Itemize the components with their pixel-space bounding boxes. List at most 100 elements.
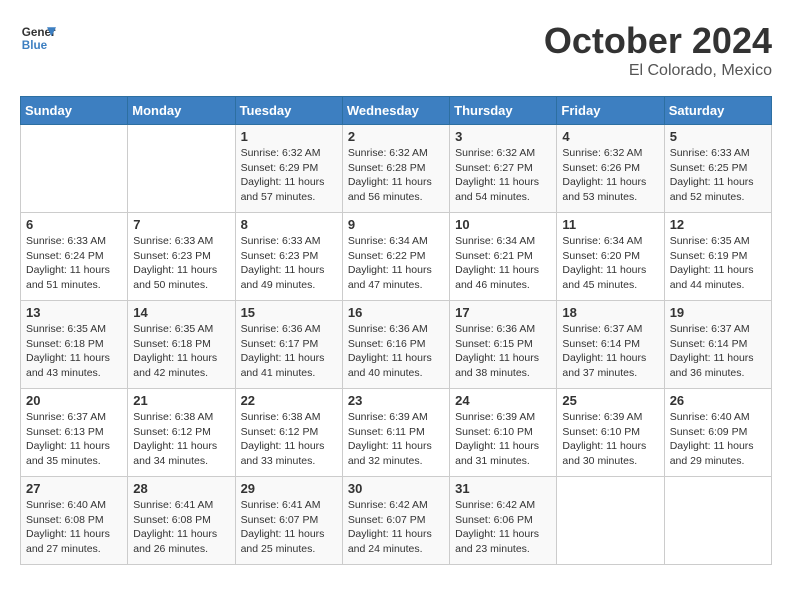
day-number: 31 (455, 481, 551, 496)
day-number: 21 (133, 393, 229, 408)
calendar-cell: 6 Sunrise: 6:33 AMSunset: 6:24 PMDaylight… (21, 213, 128, 301)
calendar-cell: 9 Sunrise: 6:34 AMSunset: 6:22 PMDaylight… (342, 213, 449, 301)
calendar-cell: 1 Sunrise: 6:32 AMSunset: 6:29 PMDaylight… (235, 125, 342, 213)
day-number: 28 (133, 481, 229, 496)
calendar-cell: 28 Sunrise: 6:41 AMSunset: 6:08 PMDayligh… (128, 477, 235, 565)
calendar-table: SundayMondayTuesdayWednesdayThursdayFrid… (20, 96, 772, 565)
day-info: Sunrise: 6:32 AMSunset: 6:26 PMDaylight:… (562, 146, 658, 205)
day-info: Sunrise: 6:37 AMSunset: 6:14 PMDaylight:… (670, 322, 766, 381)
calendar-cell: 29Sunrise: 6:41 AMSunset: 6:07 PMDayligh… (235, 477, 342, 565)
day-info: Sunrise: 6:39 AMSunset: 6:10 PMDaylight:… (562, 410, 658, 469)
day-number: 30 (348, 481, 444, 496)
day-info: Sunrise: 6:36 AMSunset: 6:16 PMDaylight:… (348, 322, 444, 381)
day-number: 27 (26, 481, 122, 496)
day-number: 5 (670, 129, 766, 144)
day-number: 19 (670, 305, 766, 320)
day-info: Sunrise: 6:35 AMSunset: 6:18 PMDaylight:… (133, 322, 229, 381)
title-block: October 2024 El Colorado, Mexico (544, 20, 772, 80)
day-info: Sunrise: 6:32 AMSunset: 6:28 PMDaylight:… (348, 146, 444, 205)
day-info: Sunrise: 6:40 AMSunset: 6:08 PMDaylight:… (26, 498, 122, 557)
calendar-cell: 16 Sunrise: 6:36 AMSunset: 6:16 PMDayligh… (342, 301, 449, 389)
weekday-header: Monday (128, 97, 235, 125)
calendar-cell: 27 Sunrise: 6:40 AMSunset: 6:08 PMDayligh… (21, 477, 128, 565)
weekday-header: Wednesday (342, 97, 449, 125)
weekday-header: Sunday (21, 97, 128, 125)
day-number: 24 (455, 393, 551, 408)
logo-icon: General Blue (20, 20, 56, 56)
day-number: 12 (670, 217, 766, 232)
day-info: Sunrise: 6:33 AMSunset: 6:23 PMDaylight:… (241, 234, 337, 293)
calendar-cell: 12 Sunrise: 6:35 AMSunset: 6:19 PMDayligh… (664, 213, 771, 301)
day-info: Sunrise: 6:33 AMSunset: 6:25 PMDaylight:… (670, 146, 766, 205)
svg-text:Blue: Blue (22, 39, 48, 52)
day-number: 7 (133, 217, 229, 232)
day-info: Sunrise: 6:32 AMSunset: 6:29 PMDaylight:… (241, 146, 337, 205)
day-info: Sunrise: 6:42 AMSunset: 6:06 PMDaylight:… (455, 498, 551, 557)
calendar-cell: 11 Sunrise: 6:34 AMSunset: 6:20 PMDayligh… (557, 213, 664, 301)
day-info: Sunrise: 6:39 AMSunset: 6:10 PMDaylight:… (455, 410, 551, 469)
day-number: 4 (562, 129, 658, 144)
weekday-header: Tuesday (235, 97, 342, 125)
calendar-cell (128, 125, 235, 213)
day-number: 1 (241, 129, 337, 144)
calendar-cell (21, 125, 128, 213)
calendar-cell: 19 Sunrise: 6:37 AMSunset: 6:14 PMDayligh… (664, 301, 771, 389)
weekday-header: Thursday (450, 97, 557, 125)
day-number: 9 (348, 217, 444, 232)
calendar-cell: 26Sunrise: 6:40 AMSunset: 6:09 PMDayligh… (664, 389, 771, 477)
day-info: Sunrise: 6:36 AMSunset: 6:17 PMDaylight:… (241, 322, 337, 381)
weekday-header: Saturday (664, 97, 771, 125)
day-info: Sunrise: 6:34 AMSunset: 6:21 PMDaylight:… (455, 234, 551, 293)
day-info: Sunrise: 6:34 AMSunset: 6:22 PMDaylight:… (348, 234, 444, 293)
calendar-cell: 15 Sunrise: 6:36 AMSunset: 6:17 PMDayligh… (235, 301, 342, 389)
day-info: Sunrise: 6:38 AMSunset: 6:12 PMDaylight:… (241, 410, 337, 469)
calendar-week-row: 20Sunrise: 6:37 AMSunset: 6:13 PMDayligh… (21, 389, 772, 477)
day-number: 10 (455, 217, 551, 232)
calendar-cell: 23 Sunrise: 6:39 AMSunset: 6:11 PMDayligh… (342, 389, 449, 477)
calendar-week-row: 27 Sunrise: 6:40 AMSunset: 6:08 PMDayligh… (21, 477, 772, 565)
day-number: 26 (670, 393, 766, 408)
calendar-cell: 13 Sunrise: 6:35 AMSunset: 6:18 PMDayligh… (21, 301, 128, 389)
day-info: Sunrise: 6:41 AMSunset: 6:08 PMDaylight:… (133, 498, 229, 557)
day-number: 23 (348, 393, 444, 408)
calendar-cell: 3 Sunrise: 6:32 AMSunset: 6:27 PMDaylight… (450, 125, 557, 213)
day-number: 2 (348, 129, 444, 144)
day-number: 20 (26, 393, 122, 408)
day-number: 3 (455, 129, 551, 144)
day-number: 6 (26, 217, 122, 232)
calendar-cell: 22 Sunrise: 6:38 AMSunset: 6:12 PMDayligh… (235, 389, 342, 477)
day-info: Sunrise: 6:42 AMSunset: 6:07 PMDaylight:… (348, 498, 444, 557)
day-number: 13 (26, 305, 122, 320)
calendar-cell: 2 Sunrise: 6:32 AMSunset: 6:28 PMDaylight… (342, 125, 449, 213)
day-number: 25 (562, 393, 658, 408)
day-number: 15 (241, 305, 337, 320)
day-number: 8 (241, 217, 337, 232)
month-title: October 2024 (544, 20, 772, 62)
day-number: 16 (348, 305, 444, 320)
day-info: Sunrise: 6:35 AMSunset: 6:19 PMDaylight:… (670, 234, 766, 293)
day-number: 14 (133, 305, 229, 320)
weekday-header: Friday (557, 97, 664, 125)
calendar-cell: 25 Sunrise: 6:39 AMSunset: 6:10 PMDayligh… (557, 389, 664, 477)
day-number: 11 (562, 217, 658, 232)
day-info: Sunrise: 6:33 AMSunset: 6:24 PMDaylight:… (26, 234, 122, 293)
page-header: General Blue October 2024 El Colorado, M… (20, 20, 772, 80)
logo: General Blue (20, 20, 56, 56)
day-info: Sunrise: 6:34 AMSunset: 6:20 PMDaylight:… (562, 234, 658, 293)
calendar-cell (664, 477, 771, 565)
day-info: Sunrise: 6:39 AMSunset: 6:11 PMDaylight:… (348, 410, 444, 469)
weekday-header-row: SundayMondayTuesdayWednesdayThursdayFrid… (21, 97, 772, 125)
calendar-cell: 30 Sunrise: 6:42 AMSunset: 6:07 PMDayligh… (342, 477, 449, 565)
calendar-cell: 4 Sunrise: 6:32 AMSunset: 6:26 PMDaylight… (557, 125, 664, 213)
calendar-cell: 5 Sunrise: 6:33 AMSunset: 6:25 PMDaylight… (664, 125, 771, 213)
calendar-cell: 18Sunrise: 6:37 AMSunset: 6:14 PMDayligh… (557, 301, 664, 389)
calendar-cell: 8 Sunrise: 6:33 AMSunset: 6:23 PMDaylight… (235, 213, 342, 301)
day-number: 22 (241, 393, 337, 408)
day-info: Sunrise: 6:35 AMSunset: 6:18 PMDaylight:… (26, 322, 122, 381)
calendar-cell: 14 Sunrise: 6:35 AMSunset: 6:18 PMDayligh… (128, 301, 235, 389)
day-info: Sunrise: 6:41 AMSunset: 6:07 PMDaylight:… (241, 498, 337, 557)
day-info: Sunrise: 6:32 AMSunset: 6:27 PMDaylight:… (455, 146, 551, 205)
location: El Colorado, Mexico (544, 62, 772, 80)
calendar-week-row: 13 Sunrise: 6:35 AMSunset: 6:18 PMDayligh… (21, 301, 772, 389)
day-info: Sunrise: 6:38 AMSunset: 6:12 PMDaylight:… (133, 410, 229, 469)
